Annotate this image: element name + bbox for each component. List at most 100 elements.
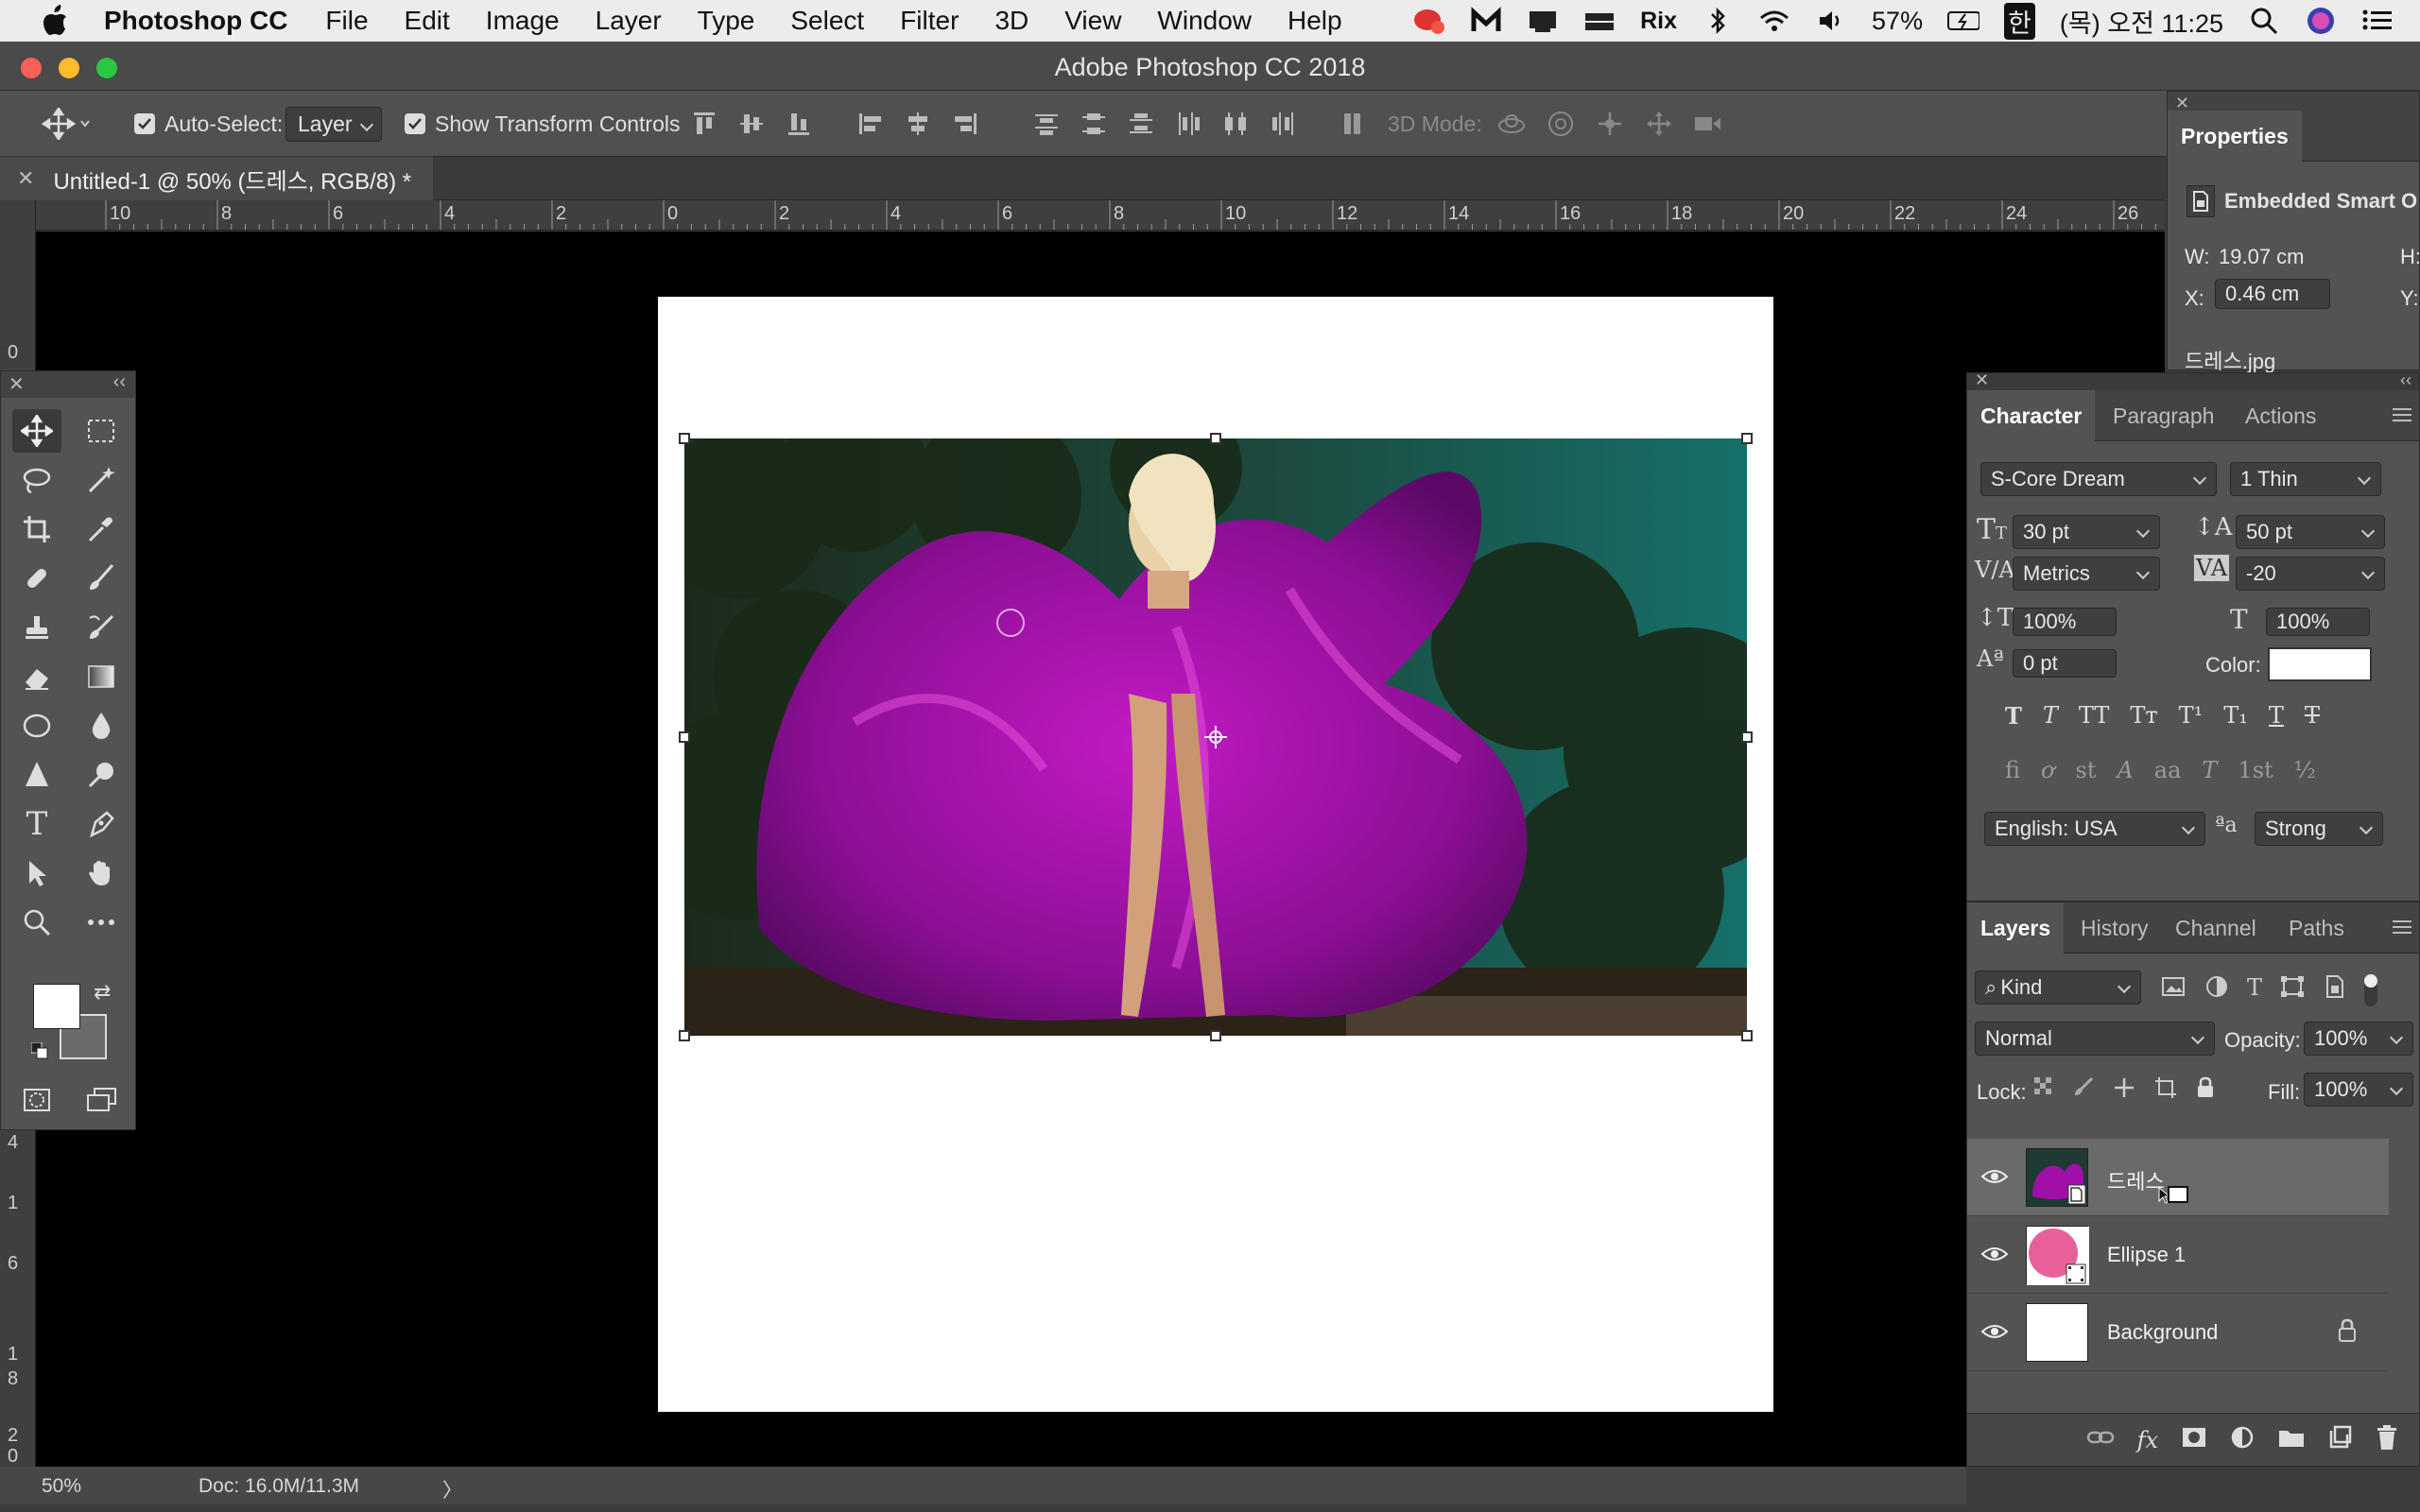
foreground-color-swatch[interactable] [33, 984, 80, 1029]
menubar-clock[interactable]: (목) 오전 11:25 [2060, 3, 2223, 40]
more-tools-icon[interactable] [77, 901, 126, 944]
distribute-vertical-centers-icon[interactable] [1078, 108, 1110, 140]
faux-bold-icon[interactable]: T [2005, 702, 2022, 730]
3d-slide-icon[interactable] [1643, 108, 1675, 140]
tab-channels[interactable]: Channel [2175, 902, 2256, 954]
tab-paths[interactable]: Paths [2289, 902, 2344, 954]
healing-brush-tool[interactable] [12, 557, 61, 600]
layer-row[interactable]: 드레스 [1967, 1139, 2389, 1216]
auto-align-layers-icon[interactable] [1337, 108, 1369, 140]
eraser-tool[interactable] [12, 655, 61, 698]
menu-filter[interactable]: Filter [900, 6, 959, 36]
character-panel-menu-icon[interactable] [2391, 405, 2413, 429]
menu-select[interactable]: Select [790, 6, 864, 36]
text-color-swatch[interactable] [2268, 647, 2372, 681]
notification-center-icon[interactable] [2361, 5, 2394, 37]
presentation-icon[interactable] [1527, 5, 1559, 37]
layers-panel-menu-icon[interactable] [2391, 918, 2413, 941]
discretionary-ligatures-icon[interactable]: st [2075, 757, 2096, 783]
collapse-tools-icon[interactable]: ‹‹ [113, 371, 126, 393]
rectangular-marquee-tool[interactable] [77, 409, 126, 453]
filter-pixel-layers-icon[interactable] [2160, 974, 2187, 1006]
transform-handle-middle-left[interactable] [679, 731, 690, 743]
auto-select-target-dropdown[interactable]: Layer [285, 106, 382, 142]
layer-visibility-eye-icon[interactable] [1980, 1320, 2009, 1343]
clone-stamp-tool[interactable] [12, 606, 61, 649]
transform-handle-bottom-center[interactable] [1210, 1030, 1221, 1041]
contextual-alternates-icon[interactable]: ơ [2041, 757, 2054, 783]
canvas-area[interactable] [36, 232, 2165, 1467]
align-top-edges-icon[interactable] [688, 108, 720, 140]
default-colors-icon[interactable] [30, 1041, 48, 1059]
align-left-edges-icon[interactable] [855, 108, 887, 140]
drive-icon[interactable] [1583, 5, 1616, 37]
transform-handle-top-left[interactable] [679, 433, 690, 444]
transform-handle-middle-right[interactable] [1741, 731, 1753, 743]
font-family-dropdown[interactable]: S-Core Dream [1980, 462, 2217, 496]
move-tool-preset-picker[interactable] [42, 91, 91, 157]
app-menu[interactable]: Photoshop CC [104, 6, 287, 36]
magic-wand-tool[interactable] [77, 458, 126, 502]
new-group-icon[interactable] [2277, 1426, 2306, 1453]
swap-colors-icon[interactable]: ⇄ [94, 980, 111, 1005]
underline-icon[interactable]: T [2269, 702, 2284, 730]
distribute-horizontal-centers-icon[interactable] [1219, 108, 1252, 140]
font-style-dropdown[interactable]: 1 Thin [2230, 462, 2381, 496]
link-layers-icon[interactable] [2086, 1428, 2115, 1452]
menu-file[interactable]: File [325, 6, 368, 36]
3d-scale-icon[interactable] [1692, 108, 1724, 140]
distribute-bottom-edges-icon[interactable] [1125, 108, 1157, 140]
lock-transparent-pixels-icon[interactable] [2033, 1076, 2054, 1104]
hand-tool[interactable] [77, 851, 126, 895]
document-tab[interactable]: ✕ Untitled-1 @ 50% (드레스, RGB/8) * [0, 157, 433, 200]
battery-charging-icon[interactable] [1947, 5, 1980, 37]
delete-layer-icon[interactable] [2376, 1424, 2398, 1455]
lock-image-pixels-icon[interactable] [2073, 1076, 2094, 1104]
filter-smart-objects-icon[interactable] [2323, 974, 2347, 1006]
tools-panel-header[interactable]: ✕ ‹‹ [1, 371, 135, 398]
character-panel-header[interactable]: ✕ ‹‹ [1967, 370, 2419, 390]
menu-view[interactable]: View [1064, 6, 1121, 36]
swash-icon[interactable]: A [2117, 757, 2133, 783]
layer-visibility-eye-icon[interactable] [1980, 1165, 2009, 1188]
horizontal-ruler[interactable]: 10 8 6 4 2 0 2 4 6 8 10 12 14 16 18 20 22 24 26 [36, 200, 2165, 231]
status-info-arrow-icon[interactable]: 〉 [442, 1475, 462, 1503]
menu-window[interactable]: Window [1157, 6, 1252, 36]
ordinals-icon[interactable]: 1st [2238, 757, 2273, 783]
distribute-top-edges-icon[interactable] [1030, 108, 1063, 140]
opacity-input[interactable]: 100% [2304, 1022, 2413, 1056]
align-bottom-edges-icon[interactable] [783, 108, 815, 140]
leading-input[interactable]: 50 pt [2236, 515, 2385, 549]
transform-handle-top-right[interactable] [1741, 433, 1753, 444]
document-size-info[interactable]: Doc: 16.0M/11.3M [199, 1475, 359, 1498]
volume-icon[interactable] [1815, 5, 1847, 37]
tab-character[interactable]: Character [1967, 390, 2096, 441]
distribute-left-edges-icon[interactable] [1172, 108, 1204, 140]
layer-style-fx-icon[interactable]: fx [2137, 1427, 2158, 1453]
rix-menu[interactable]: Rix [1640, 8, 1677, 35]
lasso-tool[interactable] [12, 458, 61, 502]
filter-shape-layers-icon[interactable] [2279, 974, 2306, 1006]
lock-artboard-icon[interactable] [2154, 1076, 2177, 1104]
blend-mode-dropdown[interactable]: Normal [1975, 1022, 2215, 1056]
show-transform-option[interactable]: Show Transform Controls [405, 91, 680, 157]
width-value[interactable]: 19.07 cm [2219, 245, 2305, 269]
filter-toggle-switch[interactable] [2364, 974, 2378, 1006]
horizontal-scale-input[interactable]: 100% [2266, 608, 2370, 636]
strikethrough-icon[interactable]: T [2305, 702, 2320, 730]
gradient-tool[interactable] [77, 655, 126, 698]
apple-icon[interactable] [38, 4, 72, 38]
auto-select-checkbox[interactable] [134, 113, 155, 134]
layer-locked-icon[interactable] [2338, 1318, 2357, 1348]
align-horizontal-centers-icon[interactable] [902, 108, 934, 140]
new-adjustment-layer-icon[interactable] [2230, 1425, 2255, 1454]
history-brush-tool[interactable] [77, 606, 126, 649]
path-selection-tool[interactable] [12, 851, 61, 895]
align-right-edges-icon[interactable] [949, 108, 981, 140]
font-size-input[interactable]: 30 pt [2013, 515, 2160, 549]
m-app-icon[interactable] [1470, 5, 1502, 37]
ellipse-tool[interactable] [12, 704, 61, 747]
blur-tool[interactable] [77, 704, 126, 747]
pen-tool[interactable] [77, 802, 126, 846]
document-canvas[interactable] [658, 297, 1773, 1412]
